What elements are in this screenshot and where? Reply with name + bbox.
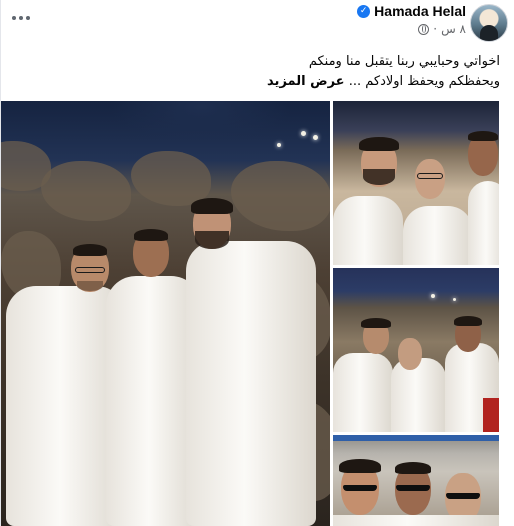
hill-light — [453, 298, 456, 301]
hill-light — [313, 135, 318, 140]
grid-gutter — [501, 101, 514, 526]
caption-line-1: اخواتي وحبايبي ربنا يتقبل منا ومنكم — [308, 54, 500, 69]
hill-light — [301, 131, 306, 136]
author-avatar[interactable] — [470, 4, 508, 42]
more-options-icon[interactable] — [9, 9, 33, 27]
post-time[interactable]: ٨ س — [441, 22, 466, 36]
post-caption: اخواتي وحبايبي ربنا يتقبل منا ومنكم ويحف… — [30, 52, 500, 92]
photo-top-strip — [333, 435, 499, 441]
hill-light — [431, 294, 435, 298]
verified-badge-icon: ✓ — [357, 4, 371, 18]
post-photo-main[interactable] — [1, 101, 330, 526]
see-more-link[interactable]: عرض المزيد — [267, 74, 345, 89]
post-photo-middle-right[interactable] — [333, 268, 499, 432]
meta-separator: · — [433, 22, 438, 36]
author-name[interactable]: Hamada Helal — [374, 3, 466, 19]
post-photo-bottom-right[interactable] — [333, 435, 499, 526]
red-object — [483, 398, 499, 432]
rock — [231, 161, 330, 231]
rock — [131, 151, 211, 206]
caption-line-2-text: ويحفظكم ويحفظ اولادكم ... — [348, 74, 500, 89]
hill-light — [277, 143, 281, 147]
caption-line-2: ويحفظكم ويحفظ اولادكم ... عرض المزيد — [30, 72, 500, 92]
post-meta: · ٨ س — [418, 22, 466, 36]
author-row: ✓ Hamada Helal — [357, 3, 466, 19]
post-photo-top-right[interactable] — [333, 101, 499, 265]
facebook-post: ✓ Hamada Helal · ٨ س اخواتي وحبايبي ربنا… — [0, 0, 514, 526]
globe-icon[interactable] — [418, 23, 430, 35]
rock — [41, 161, 131, 221]
